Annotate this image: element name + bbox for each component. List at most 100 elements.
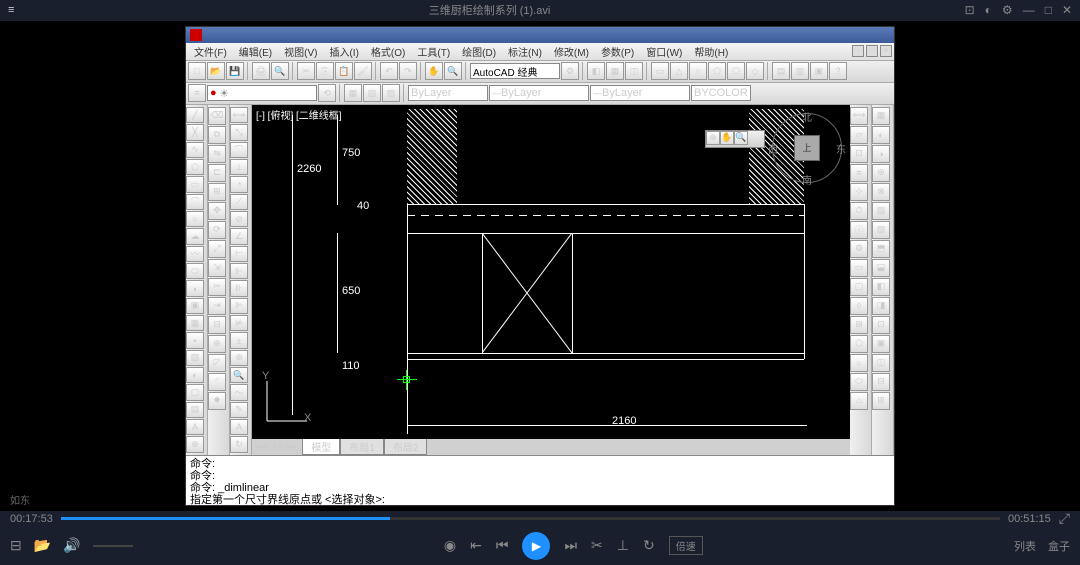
tb-extra1[interactable]: ◧ [587,62,605,80]
tb-extra2[interactable]: ▦ [606,62,624,80]
v12-icon[interactable]: ⊡ [872,316,890,334]
workspace-input[interactable] [470,63,560,79]
r5-icon[interactable]: ⬠ [850,335,868,353]
v2-icon[interactable]: ◐ [872,126,890,144]
table-icon[interactable]: ▤ [186,402,204,418]
v15-icon[interactable]: ⊟ [872,373,890,391]
tab-layout2[interactable]: 布局2 [384,438,428,455]
block-icon[interactable]: ▦ [344,84,362,102]
r2-icon[interactable]: ▢ [850,278,868,296]
pin-icon[interactable]: ⊡ [965,3,975,17]
extend-icon[interactable]: ⇥ [208,297,226,315]
mtext-icon[interactable]: A [186,419,204,435]
tb-extra11[interactable]: ▥ [791,62,809,80]
v11-icon[interactable]: ◨ [872,297,890,315]
maximize-icon[interactable]: □ [1045,3,1052,17]
preview-icon[interactable]: 🔍 [271,62,289,80]
array-icon[interactable]: ⊞ [208,183,226,201]
tab-model[interactable]: 模型 [302,438,340,455]
tolerance-icon[interactable]: ± [230,332,248,348]
nav-orbit-icon[interactable]: ⊕ [706,131,720,145]
cad-restore-icon[interactable]: □ [866,45,878,57]
time-icon[interactable]: ⏱ [850,202,868,220]
centermark-icon[interactable]: ⊕ [230,350,248,366]
break-icon[interactable]: ⊟ [208,316,226,334]
tb-extra5[interactable]: △ [670,62,688,80]
offset-icon[interactable]: ⊏ [208,164,226,182]
nav-pan-icon[interactable]: ✋ [720,131,734,145]
box-button[interactable]: 盒子 [1048,538,1070,554]
prev-icon[interactable]: ⏮ [496,537,509,554]
lineweight-dropdown[interactable]: — ByLayer [590,85,690,101]
dimlinear-icon[interactable]: ⟷ [230,107,248,123]
r4-icon[interactable]: ⊞ [850,316,868,334]
layer-prev-icon[interactable]: ⟲ [318,84,336,102]
menu-modify[interactable]: 修改(M) [548,44,595,59]
rotate-icon[interactable]: ⟳ [208,221,226,239]
theme-icon[interactable]: ◐ [985,3,992,17]
erase-icon[interactable]: ⌫ [208,107,226,125]
diminspect-icon[interactable]: 🔍 [230,367,248,383]
id-icon[interactable]: ⊹ [850,183,868,201]
new-icon[interactable]: □ [188,62,206,80]
makeblock-icon[interactable]: ▦ [186,315,204,331]
paste-icon[interactable]: 📋 [335,62,353,80]
r7-icon[interactable]: ⬭ [850,373,868,391]
dimdia-icon[interactable]: ⊘ [230,211,248,227]
hatch-icon[interactable]: ▨ [186,350,204,366]
dimang-icon[interactable]: ∠ [230,228,248,244]
chamfer-icon[interactable]: ◸ [208,354,226,372]
dimtedit-icon[interactable]: A [230,419,248,435]
step-back-icon[interactable]: ⇤ [470,537,482,554]
dimjog-icon[interactable]: ⟋ [230,194,248,210]
tb-extra6[interactable]: ○ [689,62,707,80]
menu-edit[interactable]: 编辑(E) [233,44,278,59]
pan-icon[interactable]: ✋ [425,62,443,80]
open-file-icon[interactable]: ⊟ [10,537,22,554]
r6-icon[interactable]: ○ [850,354,868,372]
menu-help[interactable]: 帮助(H) [688,44,734,59]
r1-icon[interactable]: ▭ [850,259,868,277]
menu-format[interactable]: 格式(O) [365,44,411,59]
match-icon[interactable]: 🖌 [354,62,372,80]
menu-tools[interactable]: 工具(T) [411,44,456,59]
r8-icon[interactable]: ⌓ [850,392,868,410]
insert-icon[interactable]: ▣ [186,298,204,314]
volume-icon[interactable]: 🔊 [63,537,80,554]
ellipse-icon[interactable]: ⬭ [186,263,204,279]
status-icon[interactable]: ⓘ [850,221,868,239]
v5-icon[interactable]: ⊗ [872,183,890,201]
circle-icon[interactable]: ○ [186,211,204,227]
pline-icon[interactable]: ∿ [186,142,204,158]
menu-file[interactable]: 文件(F) [188,44,233,59]
area-icon[interactable]: ▱ [850,126,868,144]
cut-icon[interactable]: ✂ [297,62,315,80]
ab-repeat-icon[interactable]: ⊥ [617,537,629,554]
arc-icon[interactable]: ⌒ [186,194,204,210]
dimjogline-icon[interactable]: 〜 [230,384,248,400]
cut-clip-icon[interactable]: ✂ [591,537,603,554]
gear-icon[interactable]: ⚙ [1002,3,1013,17]
cad-min-icon[interactable]: - [852,45,864,57]
tb-extra10[interactable]: ▤ [772,62,790,80]
v3-icon[interactable]: ◑ [872,145,890,163]
menu-parametric[interactable]: 参数(P) [595,44,640,59]
dimbase-icon[interactable]: ⊩ [230,263,248,279]
region-icon[interactable]: ▢ [186,384,204,400]
tb-extra7[interactable]: ⬠ [708,62,726,80]
minimize-icon[interactable]: — [1023,3,1035,17]
menu-dimension[interactable]: 标注(N) [502,44,548,59]
dist-icon[interactable]: ⟷ [850,107,868,125]
play-button[interactable]: ▶ [522,532,550,560]
dimbreak-icon[interactable]: ⊭ [230,315,248,331]
tb-extra3[interactable]: ◫ [625,62,643,80]
v4-icon[interactable]: ⊕ [872,164,890,182]
join-icon[interactable]: ⊕ [208,335,226,353]
close-icon[interactable]: ✕ [1062,3,1072,17]
tb-extra8[interactable]: ⎔ [727,62,745,80]
dimupdate-icon[interactable]: ↻ [230,436,248,452]
speed-button[interactable]: 倍速 [669,536,703,555]
copy-icon[interactable]: ⎘ [316,62,334,80]
fillet-icon[interactable]: ◜ [208,373,226,391]
trim-icon[interactable]: ✂ [208,278,226,296]
